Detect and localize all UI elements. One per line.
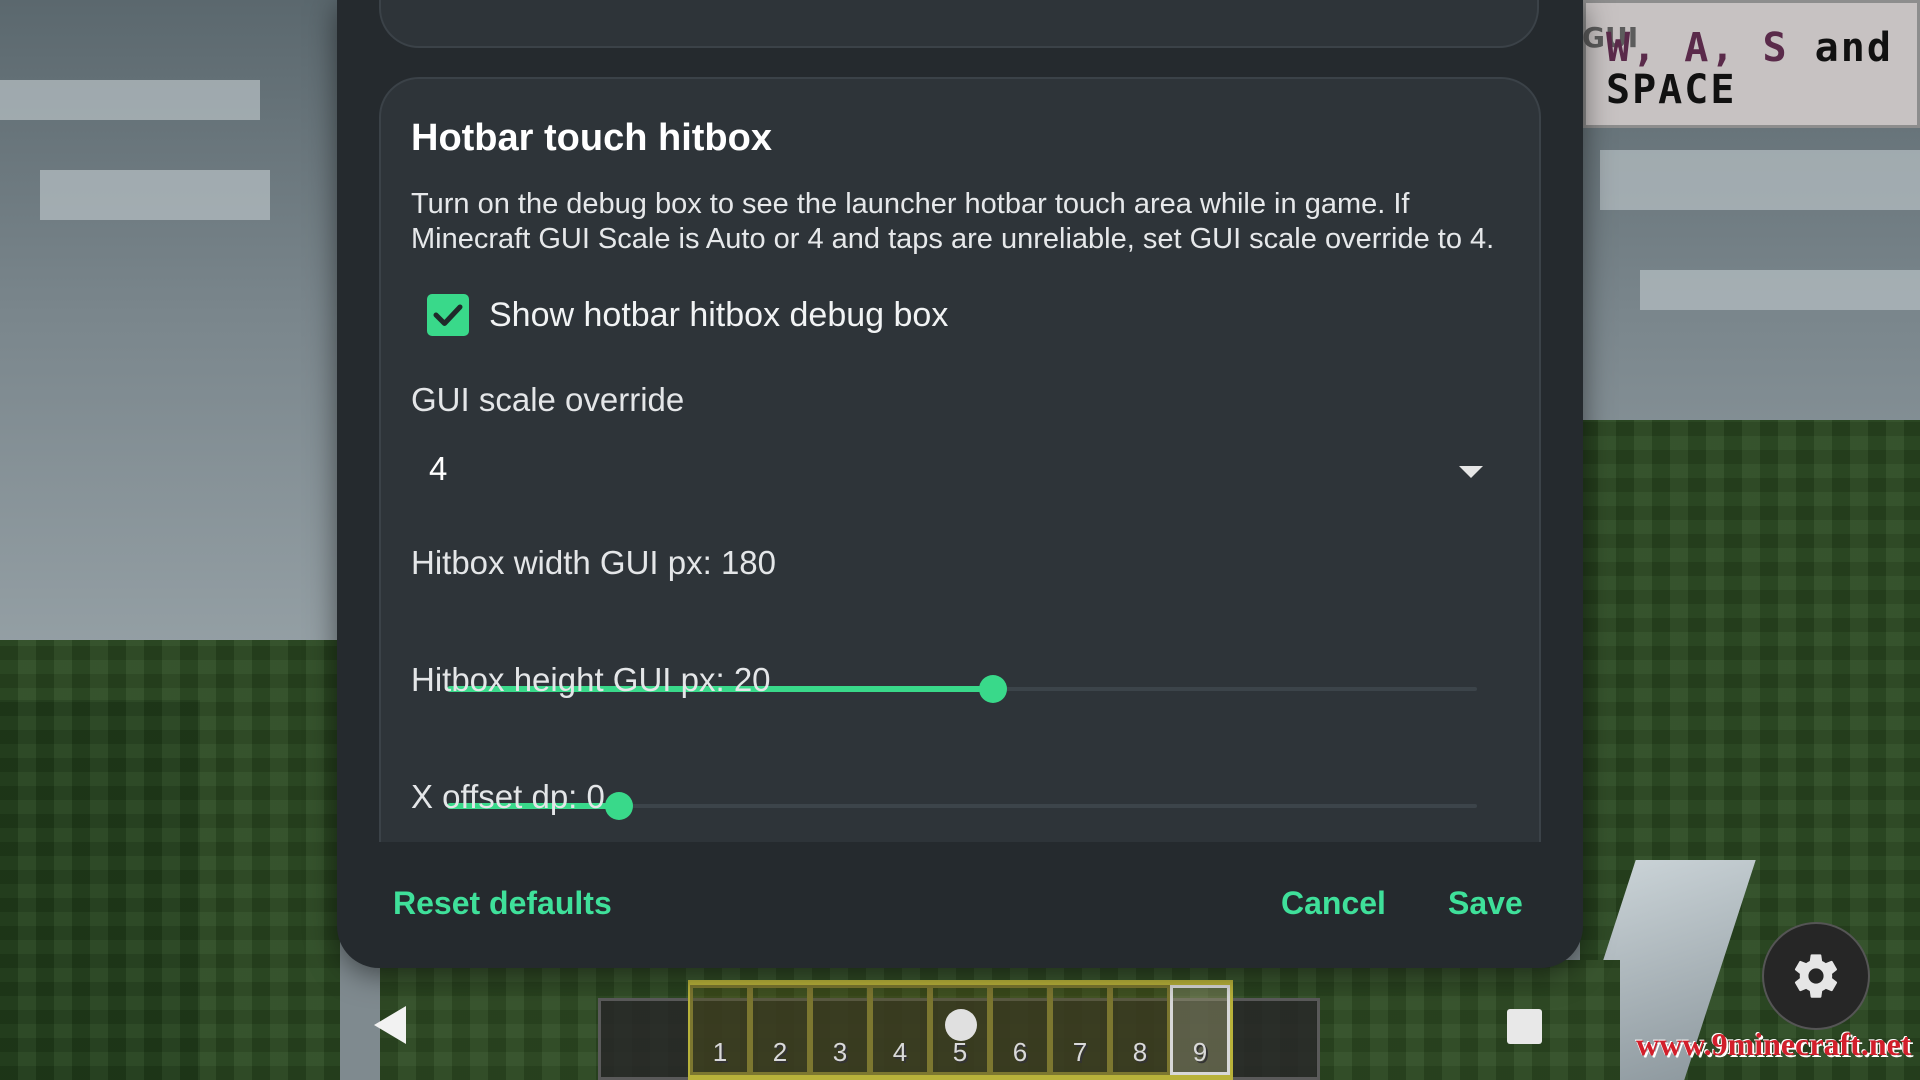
hitbox-height-label: Hitbox height GUI px: 20 <box>411 661 771 698</box>
previous-settings-card <box>379 0 1539 48</box>
hotbar-slot-number: 4 <box>892 1037 908 1067</box>
debug-box-checkbox[interactable]: Show hotbar hitbox debug box <box>427 292 948 338</box>
dropdown-caret-icon <box>1459 466 1483 478</box>
hotbar-slot[interactable]: 9 <box>1170 985 1230 1075</box>
hotbar-slot-number: 2 <box>772 1037 788 1067</box>
cloud <box>1600 150 1920 210</box>
check-icon <box>433 304 463 326</box>
stop-icon[interactable] <box>1507 1009 1542 1044</box>
hotbar-slot-number: 8 <box>1132 1037 1148 1067</box>
card-description: Turn on the debug box to see the launche… <box>411 188 1495 255</box>
hotbar-slot[interactable]: 1 <box>690 985 750 1075</box>
checkbox-label: Show hotbar hitbox debug box <box>489 295 949 334</box>
hotbar-slot[interactable]: 2 <box>750 985 810 1075</box>
gui-scale-value: 4 <box>429 450 448 487</box>
x-offset-label: X offset dp: 0 <box>411 778 605 815</box>
slider-thumb[interactable] <box>605 792 633 820</box>
watermark: www.9minecraft.net <box>1636 1026 1912 1062</box>
grass-hill-left-front <box>0 700 200 1080</box>
hint-move-keys: W, A, S <box>1606 25 1789 71</box>
hotbar-slot-number: 7 <box>1072 1037 1088 1067</box>
cloud <box>1640 270 1920 310</box>
hotbar-slot-number: 1 <box>712 1037 728 1067</box>
hitbox-width-label: Hitbox width GUI px: 180 <box>411 544 776 581</box>
hotbar-slot[interactable]: 6 <box>990 985 1050 1075</box>
hotbar-slot-number: 3 <box>832 1037 848 1067</box>
card-title: Hotbar touch hitbox <box>411 117 772 159</box>
back-icon[interactable] <box>374 1006 406 1044</box>
hotbar-slot-number: 9 <box>1192 1037 1208 1067</box>
hint-move-rest: and D <box>1814 25 1920 71</box>
hotbar-slot[interactable]: 4 <box>870 985 930 1075</box>
settings-button[interactable] <box>1762 922 1870 1030</box>
hotbar-slot-number: 6 <box>1012 1037 1028 1067</box>
hotbar-slot-number: 5 <box>952 1037 968 1067</box>
checkbox-checked[interactable] <box>427 294 469 336</box>
hint-line-jump: SPACE <box>1606 67 1737 113</box>
hotbar-slot[interactable]: 7 <box>1050 985 1110 1075</box>
hotbar-hitbox-card: Hotbar touch hitbox Turn on the debug bo… <box>379 77 1541 842</box>
gui-scale-select[interactable]: 4 <box>411 436 1501 506</box>
cloud <box>0 80 260 120</box>
save-button[interactable]: Save <box>1448 885 1523 922</box>
hotbar-slot[interactable]: 3 <box>810 985 870 1075</box>
settings-dialog: Hotbar touch hitbox Turn on the debug bo… <box>337 0 1583 968</box>
hotbar-slot[interactable]: 8 <box>1110 985 1170 1075</box>
hint-line-move: W, A, S and D <box>1606 25 1920 71</box>
gui-scale-label: GUI scale override <box>411 381 685 418</box>
reset-defaults-button[interactable]: Reset defaults <box>393 885 612 922</box>
slider-thumb[interactable] <box>978 675 1007 703</box>
touch-indicator <box>945 1009 977 1041</box>
cloud <box>40 170 270 220</box>
gear-icon <box>1794 954 1838 998</box>
cancel-button[interactable]: Cancel <box>1281 885 1386 922</box>
controls-hint-box: GUI W, A, S and D SPACE <box>1582 0 1920 128</box>
